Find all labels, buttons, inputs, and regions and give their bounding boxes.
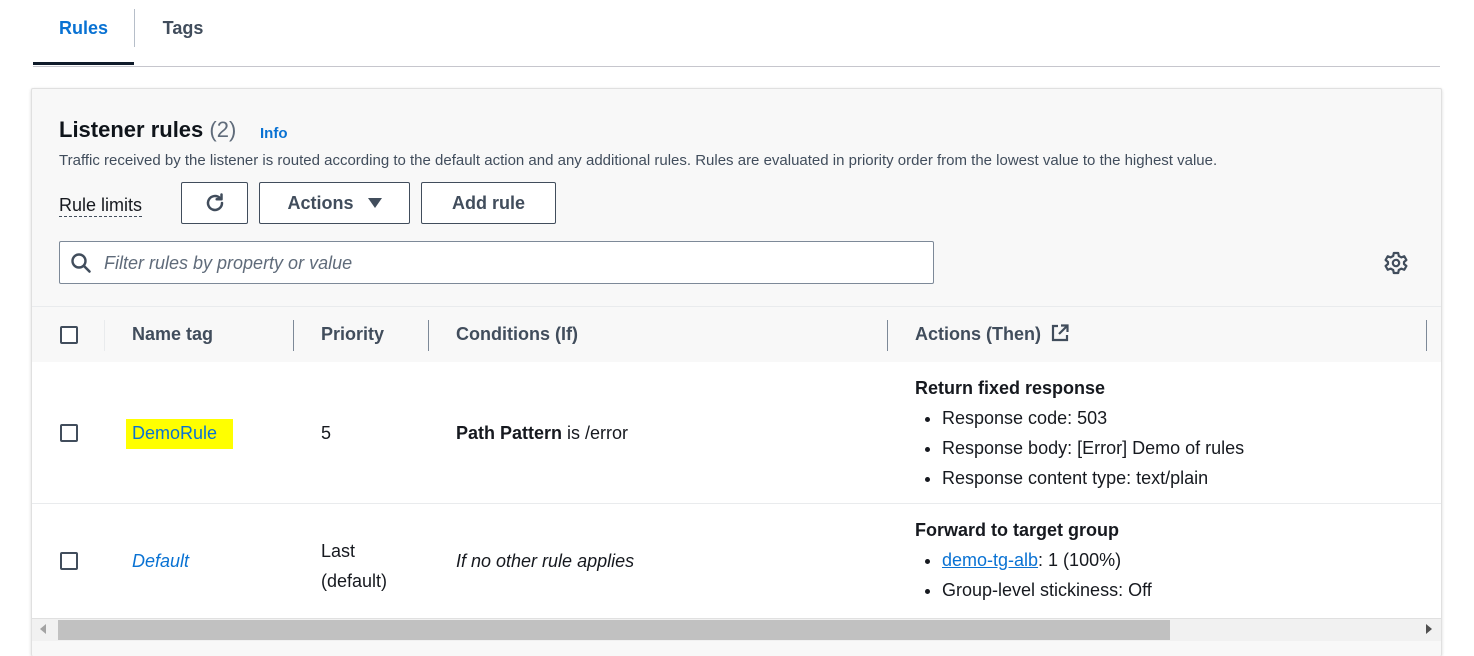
refresh-icon bbox=[206, 193, 223, 212]
column-resizer[interactable] bbox=[1426, 320, 1427, 351]
action-details-list: Response code: 503 Response body: [Error… bbox=[915, 403, 1244, 493]
list-item: Group-level stickiness: Off bbox=[942, 575, 1152, 605]
row-checkbox[interactable] bbox=[60, 552, 78, 570]
priority-line: Last bbox=[321, 541, 356, 561]
list-item: Response content type: text/plain bbox=[942, 463, 1244, 493]
panel-title: Listener rules (2) bbox=[59, 117, 236, 143]
rule-actions: Forward to target group demo-tg-alb: 1 (… bbox=[915, 520, 1152, 605]
scrollbar-thumb[interactable] bbox=[58, 620, 1170, 640]
column-resizer[interactable] bbox=[293, 320, 294, 351]
table-row: Default Last (default) If no other rule … bbox=[32, 504, 1441, 619]
target-group-link[interactable]: demo-tg-alb bbox=[942, 550, 1038, 570]
gear-icon[interactable] bbox=[1383, 250, 1409, 276]
rule-condition: Path Pattern is /error bbox=[456, 423, 628, 444]
scroll-right-arrow-icon[interactable] bbox=[1426, 624, 1432, 634]
actions-dropdown-button[interactable]: Actions bbox=[259, 182, 410, 224]
header-actions-label: Actions (Then) bbox=[915, 324, 1041, 344]
list-item: Response code: 503 bbox=[942, 403, 1244, 433]
horizontal-scrollbar[interactable] bbox=[32, 618, 1441, 641]
panel-description: Traffic received by the listener is rout… bbox=[59, 152, 1218, 169]
rule-name-link[interactable]: DemoRule bbox=[126, 419, 234, 449]
filter-box bbox=[59, 241, 934, 284]
priority-line: (default) bbox=[321, 571, 388, 591]
table-row: DemoRule 5 Path Pattern is /error Return… bbox=[32, 362, 1441, 504]
list-item: demo-tg-alb: 1 (100%) bbox=[942, 545, 1152, 575]
condition-value: is /error bbox=[562, 423, 629, 443]
scroll-left-arrow-icon[interactable] bbox=[40, 624, 46, 634]
header-priority[interactable]: Priority bbox=[321, 324, 384, 345]
rule-condition: If no other rule applies bbox=[456, 551, 635, 571]
column-resizer[interactable] bbox=[887, 320, 888, 351]
action-details-list: demo-tg-alb: 1 (100%) Group-level sticki… bbox=[915, 545, 1152, 605]
target-group-weight: : 1 (100%) bbox=[1038, 550, 1122, 570]
select-all-checkbox[interactable] bbox=[60, 326, 78, 344]
list-item: Response body: [Error] Demo of rules bbox=[942, 433, 1244, 463]
caret-down-icon bbox=[367, 198, 382, 208]
column-resizer[interactable] bbox=[428, 320, 429, 351]
column-divider bbox=[104, 320, 105, 351]
panel-title-text: Listener rules bbox=[59, 117, 204, 142]
info-link[interactable]: Info bbox=[260, 125, 288, 142]
add-rule-button[interactable]: Add rule bbox=[421, 182, 556, 224]
actions-button-label: Actions bbox=[287, 192, 354, 213]
filter-input[interactable] bbox=[102, 248, 926, 278]
tab-rules[interactable]: Rules bbox=[33, 0, 134, 65]
rule-name-link[interactable]: Default bbox=[132, 551, 189, 572]
tab-tags[interactable]: Tags bbox=[135, 0, 231, 64]
rule-actions: Return fixed response Response code: 503… bbox=[915, 378, 1244, 493]
header-name-tag[interactable]: Name tag bbox=[132, 324, 213, 345]
header-conditions[interactable]: Conditions (If) bbox=[456, 324, 578, 345]
table-header: Name tag Priority Conditions (If) Action… bbox=[32, 306, 1441, 363]
refresh-button[interactable] bbox=[181, 182, 248, 224]
action-title: Return fixed response bbox=[915, 378, 1106, 398]
tab-bar: Rules Tags bbox=[33, 0, 1440, 67]
rule-priority: 5 bbox=[321, 423, 332, 443]
search-icon bbox=[71, 253, 91, 273]
rule-limits-link[interactable]: Rule limits bbox=[59, 194, 143, 217]
row-checkbox[interactable] bbox=[60, 424, 78, 442]
condition-field: Path Pattern bbox=[456, 423, 563, 443]
add-rule-label: Add rule bbox=[451, 192, 525, 213]
header-actions[interactable]: Actions (Then) bbox=[915, 323, 1070, 345]
rule-count: (2) bbox=[209, 117, 237, 142]
rule-priority: Last (default) bbox=[321, 536, 387, 596]
listener-rules-panel: Listener rules (2) Info Traffic received… bbox=[31, 88, 1442, 656]
external-link-icon[interactable] bbox=[1050, 323, 1070, 343]
action-title: Forward to target group bbox=[915, 520, 1119, 540]
